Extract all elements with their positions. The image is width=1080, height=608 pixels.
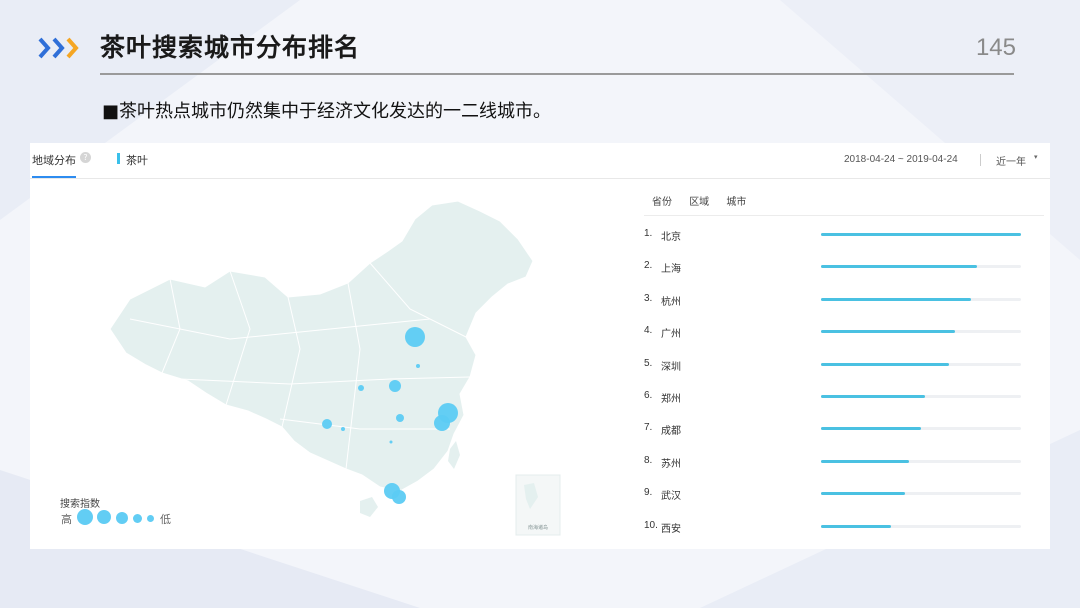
ranking-row: 9. 武汉 xyxy=(644,487,1044,507)
rank-city: 苏州 xyxy=(661,458,681,470)
ranking-row: 7. 成都 xyxy=(644,422,1044,442)
rank-number: 5. xyxy=(644,357,653,369)
rank-bar-track xyxy=(821,297,1021,301)
title-divider xyxy=(100,73,1014,75)
city-bubble[interactable] xyxy=(434,415,450,431)
rank-bar xyxy=(821,524,891,528)
tab-region-distribution[interactable]: 地域分布 xyxy=(30,152,78,168)
city-bubble[interactable] xyxy=(396,414,404,422)
legend-dot xyxy=(133,514,142,523)
period-select[interactable]: 近一年 xyxy=(996,153,1026,168)
south-sea-inset-label: 南海诸岛 xyxy=(528,524,548,531)
legend-title: 搜索指数 xyxy=(60,499,100,510)
city-bubble[interactable] xyxy=(322,419,332,429)
rank-number: 3. xyxy=(644,292,653,304)
rank-city: 深圳 xyxy=(661,361,681,373)
rank-bar xyxy=(821,233,1021,236)
rank-city: 北京 xyxy=(661,232,681,243)
rank-bar-track xyxy=(821,395,1021,398)
rank-bar xyxy=(821,265,977,269)
bullet-text: ■茶叶热点城市仍然集中于经济文化发达的一二线城市。 xyxy=(102,101,552,122)
legend-dot xyxy=(77,509,93,525)
legend-high-label: 高 xyxy=(61,513,72,526)
rank-city: 郑州 xyxy=(661,394,681,405)
legend-dot xyxy=(116,512,128,524)
rank-bar xyxy=(821,427,921,431)
help-icon[interactable]: ? xyxy=(80,152,91,163)
rank-number: 6. xyxy=(644,390,653,401)
rank-number: 8. xyxy=(644,454,653,466)
rank-number: 10. xyxy=(644,519,658,531)
ranking-divider xyxy=(644,215,1044,216)
rank-number: 1. xyxy=(644,228,653,239)
rank-bar xyxy=(821,330,955,334)
rank-bar xyxy=(821,297,971,301)
city-bubble[interactable] xyxy=(405,327,425,347)
rank-city: 武汉 xyxy=(661,491,681,503)
rank-bar-track xyxy=(821,330,1021,334)
rank-bar-track xyxy=(821,459,1021,463)
rank-bar-track xyxy=(821,427,1021,431)
rank-bar-track xyxy=(821,362,1021,366)
city-bubble[interactable] xyxy=(416,364,420,368)
china-map: 南海诸岛 xyxy=(109,200,561,536)
page-number: 145 xyxy=(975,34,1016,61)
date-range[interactable]: 2018-04-24 ~ 2019-04-24 xyxy=(844,154,958,165)
rank-city: 西安 xyxy=(661,523,681,535)
rank-bar-track xyxy=(821,265,1021,269)
triple-chevron-icon xyxy=(38,37,79,59)
rank-city: 广州 xyxy=(661,329,681,341)
ranking-row: 2. 上海 xyxy=(644,260,1044,280)
city-bubble[interactable] xyxy=(358,385,364,391)
keyword-color-marker xyxy=(117,153,120,164)
rank-bar-track xyxy=(821,524,1021,528)
city-bubble[interactable] xyxy=(389,440,393,444)
rank-bar xyxy=(821,362,949,366)
ranking-row: 1. 北京 xyxy=(644,228,1044,248)
keyword-label: 茶叶 xyxy=(126,154,148,167)
rank-number: 9. xyxy=(644,487,653,499)
rank-bar xyxy=(821,395,925,398)
rank-number: 2. xyxy=(644,260,653,272)
ranking-row: 4. 广州 xyxy=(644,325,1044,345)
panel-header: 地域分布 ? 茶叶 2018-04-24 ~ 2019-04-24 近一年 ▾ xyxy=(30,143,1050,179)
tab-city[interactable]: 城市 xyxy=(726,197,746,208)
header-divider xyxy=(980,154,981,166)
tab-area[interactable]: 区域 xyxy=(689,197,709,208)
region-distribution-panel: 地域分布 ? 茶叶 2018-04-24 ~ 2019-04-24 近一年 ▾ … xyxy=(30,143,1050,549)
legend-dot xyxy=(97,510,111,524)
city-bubble[interactable] xyxy=(341,427,345,431)
ranking-row: 8. 苏州 xyxy=(644,455,1044,475)
rank-number: 7. xyxy=(644,422,653,434)
city-bubble[interactable] xyxy=(389,380,401,392)
ranking-row: 10. 西安 xyxy=(644,520,1044,540)
ranking-row: 3. 杭州 xyxy=(644,293,1044,313)
tab-province[interactable]: 省份 xyxy=(652,197,672,208)
legend-dot xyxy=(147,515,154,522)
rank-bar-track xyxy=(821,233,1021,236)
rank-bar xyxy=(821,459,909,463)
scope-tabs: 省份 区域 城市 xyxy=(652,193,760,208)
active-tab-indicator xyxy=(32,176,76,178)
ranking-row: 5. 深圳 xyxy=(644,358,1044,378)
legend-low-label: 低 xyxy=(160,513,171,526)
rank-bar xyxy=(821,492,905,496)
slide-title: 茶叶搜索城市分布排名 xyxy=(100,33,361,62)
rank-city: 杭州 xyxy=(661,296,681,308)
rank-bar-track xyxy=(821,492,1021,496)
city-bubble[interactable] xyxy=(392,490,406,504)
rank-city: 上海 xyxy=(661,264,681,276)
rank-number: 4. xyxy=(644,325,653,337)
map-hainan xyxy=(360,497,378,517)
rank-city: 成都 xyxy=(661,426,681,438)
ranking-row: 6. 郑州 xyxy=(644,390,1044,410)
chevron-down-icon[interactable]: ▾ xyxy=(1034,153,1038,161)
